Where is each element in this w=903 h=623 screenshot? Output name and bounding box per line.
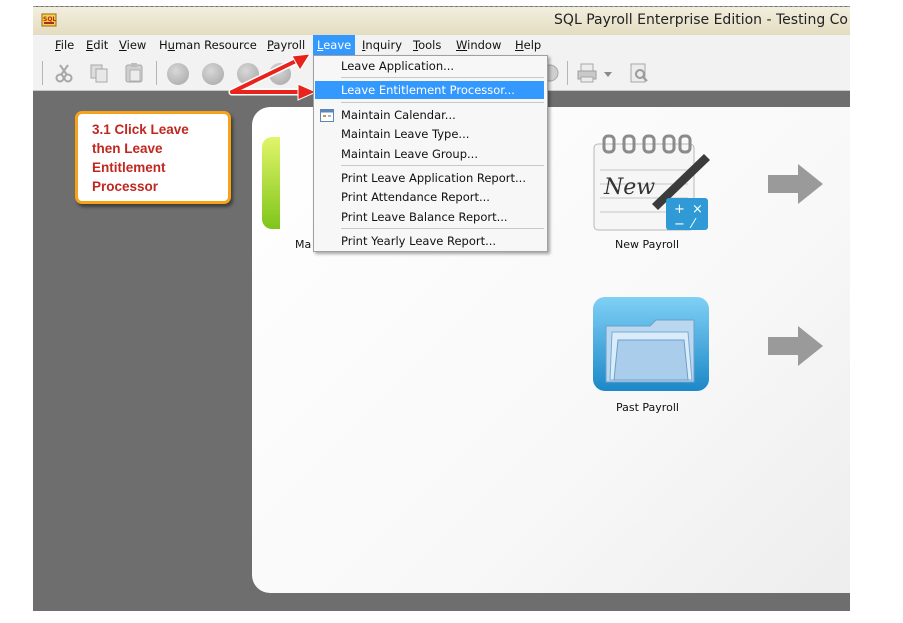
toolbar-separator bbox=[567, 61, 568, 85]
arrow-right-icon bbox=[768, 326, 823, 366]
tile-label-past-payroll: Past Payroll bbox=[616, 401, 679, 414]
menu-separator bbox=[341, 165, 544, 166]
svg-text:×: × bbox=[692, 202, 703, 217]
menu-separator bbox=[341, 102, 544, 103]
new-payroll-notepad-icon[interactable]: New + × − ⁄ bbox=[592, 134, 714, 234]
past-payroll-folder-icon[interactable] bbox=[592, 296, 710, 392]
svg-text:SQL: SQL bbox=[43, 16, 56, 23]
menu-item-print-leave-balance-report[interactable]: Print Leave Balance Report... bbox=[341, 210, 508, 224]
tile-label-new-payroll: New Payroll bbox=[615, 238, 680, 251]
toolbar-separator bbox=[42, 61, 43, 85]
sql-payroll-icon[interactable]: SQL bbox=[41, 12, 57, 28]
svg-text:+: + bbox=[674, 202, 685, 217]
menu-tools[interactable]: Tools bbox=[413, 38, 441, 52]
cut-icon[interactable] bbox=[53, 62, 75, 84]
menu-separator bbox=[341, 77, 544, 78]
window-title: SQL Payroll Enterprise Edition - Testing… bbox=[554, 12, 848, 28]
menu-view[interactable]: View bbox=[119, 38, 146, 52]
menu-file-rest: ile bbox=[60, 38, 75, 52]
menu-item-maintain-leave-type[interactable]: Maintain Leave Type... bbox=[341, 127, 469, 141]
svg-text:New: New bbox=[603, 175, 655, 200]
print-dropdown-icon[interactable] bbox=[603, 62, 613, 84]
title-bar: SQL SQL Payroll Enterprise Edition - Tes… bbox=[33, 7, 850, 35]
menu-edit[interactable]: Edit bbox=[86, 38, 108, 52]
menu-inquiry[interactable]: Inquiry bbox=[362, 38, 402, 52]
menu-item-print-yearly-leave-report[interactable]: Print Yearly Leave Report... bbox=[341, 234, 496, 248]
menu-item-maintain-calendar[interactable]: Maintain Calendar... bbox=[341, 108, 456, 122]
menu-window[interactable]: Window bbox=[456, 38, 501, 52]
tile-label-maintenance: Ma bbox=[295, 238, 312, 251]
toolbar-separator bbox=[156, 61, 157, 85]
first-record-icon[interactable] bbox=[167, 63, 189, 85]
maintenance-icon[interactable] bbox=[262, 137, 280, 229]
copy-icon[interactable] bbox=[88, 62, 110, 84]
svg-text:−: − bbox=[674, 217, 685, 232]
callout-line: then Leave bbox=[92, 141, 163, 156]
menu-help[interactable]: Help bbox=[515, 38, 541, 52]
arrow-right-icon bbox=[768, 164, 823, 204]
calendar-icon bbox=[320, 109, 334, 122]
leave-menu-dropdown: Leave Application... Leave Entitlement P… bbox=[313, 55, 548, 252]
callout-line: Entitlement bbox=[92, 160, 166, 175]
menu-item-maintain-leave-group[interactable]: Maintain Leave Group... bbox=[341, 147, 478, 161]
menu-item-leave-application[interactable]: Leave Application... bbox=[341, 59, 454, 73]
previous-record-icon[interactable] bbox=[202, 63, 224, 85]
menu-bar: File Edit View Human Resource Payroll Le… bbox=[33, 35, 850, 57]
menu-item-print-attendance-report[interactable]: Print Attendance Report... bbox=[341, 190, 490, 204]
menu-separator bbox=[341, 228, 544, 229]
instruction-callout: 3.1 Click Leave then Leave Entitlement P… bbox=[75, 111, 231, 204]
menu-item-print-leave-application-report[interactable]: Print Leave Application Report... bbox=[341, 171, 526, 185]
print-icon[interactable] bbox=[576, 62, 598, 84]
print-preview-icon[interactable] bbox=[628, 62, 650, 84]
paste-icon[interactable] bbox=[123, 62, 145, 84]
menu-item-leave-entitlement-processor[interactable]: Leave Entitlement Processor... bbox=[341, 83, 515, 97]
menu-file[interactable]: File bbox=[55, 38, 74, 52]
callout-line: 3.1 Click Leave bbox=[92, 122, 189, 137]
callout-line: Processor bbox=[92, 179, 159, 194]
